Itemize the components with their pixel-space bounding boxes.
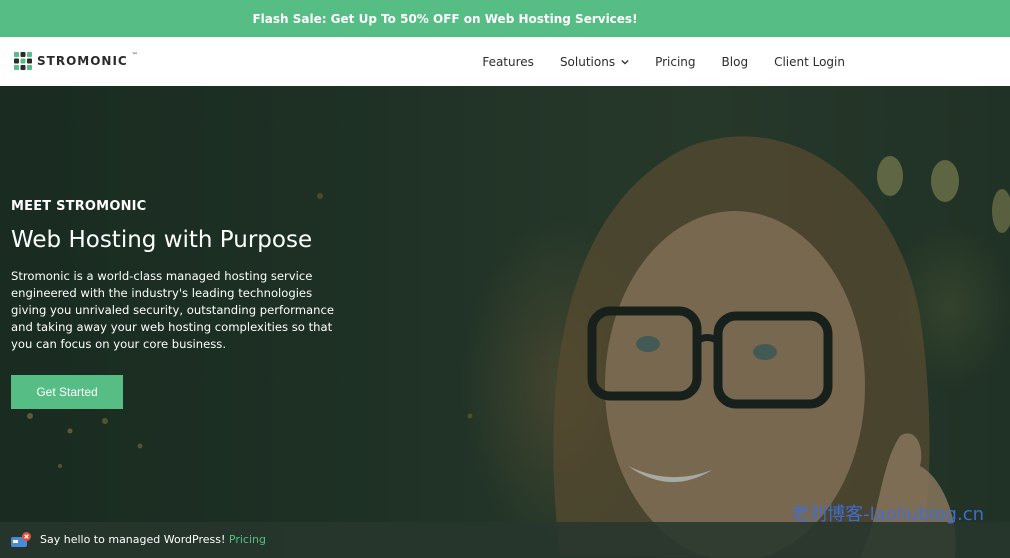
- notice-text: Say hello to managed WordPress!: [40, 533, 229, 546]
- chevron-down-icon: [621, 59, 629, 65]
- logo-trademark: ™: [131, 51, 138, 59]
- wordpress-promo-icon: [11, 532, 31, 547]
- nav-client-login-label: Client Login: [774, 54, 845, 69]
- nav-blog-label: Blog: [721, 54, 749, 69]
- nav-features[interactable]: Features: [482, 55, 534, 69]
- watermark-text: 老刘博客-laoliublog.cn: [791, 504, 984, 525]
- get-started-button[interactable]: Get Started: [11, 375, 123, 409]
- nav-solutions-label: Solutions: [559, 54, 616, 69]
- flash-sale-bar[interactable]: Flash Sale: Get Up To 50% OFF on Web Hos…: [0, 0, 1010, 37]
- nav-features-label: Features: [482, 54, 534, 69]
- top-navigation: STROMONIC ™ Features Solutions Pricing B…: [0, 37, 1010, 86]
- logo[interactable]: STROMONIC ™: [13, 51, 138, 71]
- nav-blog[interactable]: Blog: [722, 55, 749, 69]
- stromonic-logo-icon: [14, 52, 32, 70]
- hero-title: Web Hosting with Purpose: [11, 227, 313, 253]
- hero-kicker: MEET STROMONIC: [11, 199, 147, 214]
- nav-pricing-label: Pricing: [655, 54, 696, 69]
- page: Flash Sale: Get Up To 50% OFF on Web Hos…: [0, 0, 1010, 558]
- hero-section: MEET STROMONIC Web Hosting with Purpose …: [0, 86, 1010, 558]
- nav-client-login[interactable]: Client Login: [774, 55, 845, 69]
- notice-pricing-link[interactable]: Pricing: [229, 533, 266, 546]
- main-menu: Features Solutions Pricing Blog Client L…: [482, 37, 845, 86]
- notice-message: Say hello to managed WordPress! Pricing: [40, 533, 266, 546]
- flash-sale-text[interactable]: Flash Sale: Get Up To 50% OFF on Web Hos…: [252, 12, 637, 26]
- logo-wordmark: STROMONIC: [37, 54, 128, 68]
- hero-description: Stromonic is a world-class managed hosti…: [11, 269, 335, 351]
- nav-solutions[interactable]: Solutions: [560, 55, 629, 69]
- nav-pricing[interactable]: Pricing: [655, 55, 695, 69]
- bottom-notice-bar: Say hello to managed WordPress! Pricing: [0, 522, 1010, 558]
